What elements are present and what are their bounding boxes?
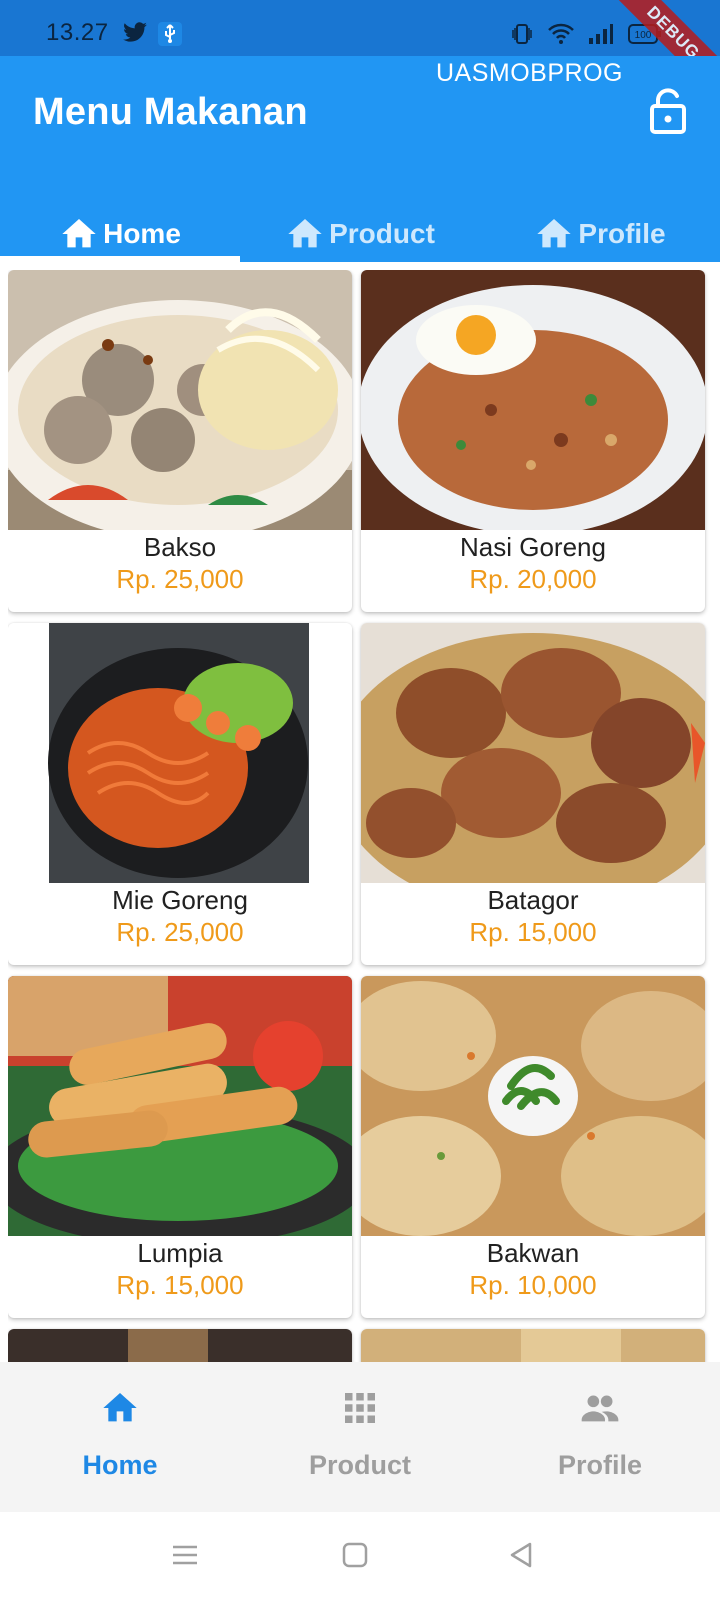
bottom-nav-label: Product — [308, 1450, 411, 1480]
product-card[interactable]: Lumpia Rp. 15,000 — [8, 976, 352, 1318]
product-image — [361, 270, 705, 530]
tab-indicator — [0, 256, 240, 262]
bottom-navigation: Home Product Profile — [0, 1362, 720, 1512]
home-icon — [537, 219, 572, 248]
battery-level: 100 — [635, 30, 652, 41]
product-price: Rp. 15,000 — [469, 917, 597, 947]
product-card[interactable] — [8, 1329, 352, 1362]
product-card[interactable] — [361, 1329, 705, 1362]
apps-grid-icon — [345, 1393, 375, 1423]
usb-debug-icon — [158, 22, 182, 46]
bottom-nav-product[interactable]: Product — [240, 1362, 480, 1512]
signal-icon — [589, 24, 613, 44]
tab-home[interactable]: Home — [0, 206, 240, 262]
tab-profile[interactable]: Profile — [480, 206, 720, 262]
product-price: Rp. 10,000 — [469, 1270, 597, 1300]
product-image — [8, 270, 352, 530]
product-image — [361, 976, 705, 1236]
product-image — [8, 976, 352, 1236]
status-icons: 100 — [510, 22, 662, 46]
product-price: Rp. 25,000 — [116, 917, 244, 947]
product-name: Nasi Goreng — [460, 532, 606, 562]
product-price: Rp. 20,000 — [469, 564, 597, 594]
home-icon — [103, 1393, 137, 1422]
status-bar: 13.27 100 DEBUG — [0, 0, 720, 111]
tab-label: Home — [103, 218, 181, 249]
bottom-nav-label: Home — [82, 1450, 158, 1480]
product-price: Rp. 15,000 — [116, 1270, 244, 1300]
tab-bar: Home Product Profile — [0, 206, 720, 262]
product-name: Bakso — [143, 532, 217, 562]
product-card[interactable]: Bakso Rp. 25,000 — [8, 270, 352, 612]
product-name: Batagor — [487, 885, 579, 915]
product-name: Lumpia — [137, 1238, 223, 1268]
tab-product[interactable]: Product — [240, 206, 480, 262]
product-card[interactable]: Nasi Goreng Rp. 20,000 — [361, 270, 705, 612]
product-grid[interactable]: Bakso Rp. 25,000 Nasi Goreng Rp. 20,000 — [8, 270, 712, 1362]
recents-menu-icon[interactable] — [170, 1540, 200, 1570]
product-name: Bakwan — [486, 1238, 580, 1268]
product-image — [8, 1329, 352, 1362]
vibrate-icon — [512, 24, 532, 44]
product-price: Rp. 25,000 — [116, 564, 244, 594]
bottom-nav-home[interactable]: Home — [0, 1362, 240, 1512]
product-image — [361, 1329, 705, 1362]
twitter-icon — [123, 22, 147, 42]
product-image — [8, 623, 352, 883]
lock-open-icon[interactable] — [648, 88, 688, 134]
back-triangle-icon[interactable] — [506, 1540, 536, 1570]
tab-label: Product — [329, 218, 435, 249]
app-bar: UASMOBPROG Menu Makanan Home Product Pro… — [0, 56, 720, 262]
bottom-nav-label: Profile — [557, 1450, 643, 1480]
home-icon — [288, 219, 322, 248]
system-navigation-bar — [0, 1512, 720, 1600]
people-icon — [581, 1395, 619, 1422]
product-image — [361, 623, 705, 883]
status-time: 13.27 — [46, 19, 109, 46]
product-card[interactable]: Batagor Rp. 15,000 — [361, 623, 705, 965]
product-card[interactable]: Mie Goreng Rp. 25,000 — [8, 623, 352, 965]
wifi-icon — [548, 23, 574, 44]
page-title: Menu Makanan — [33, 91, 308, 133]
home-icon — [62, 219, 96, 248]
app-subtitle: UASMOBPROG — [436, 59, 623, 87]
product-card[interactable]: Bakwan Rp. 10,000 — [361, 976, 705, 1318]
tab-label: Profile — [578, 218, 666, 249]
home-square-icon[interactable] — [340, 1540, 370, 1570]
product-name: Mie Goreng — [112, 885, 248, 915]
bottom-nav-profile[interactable]: Profile — [480, 1362, 720, 1512]
